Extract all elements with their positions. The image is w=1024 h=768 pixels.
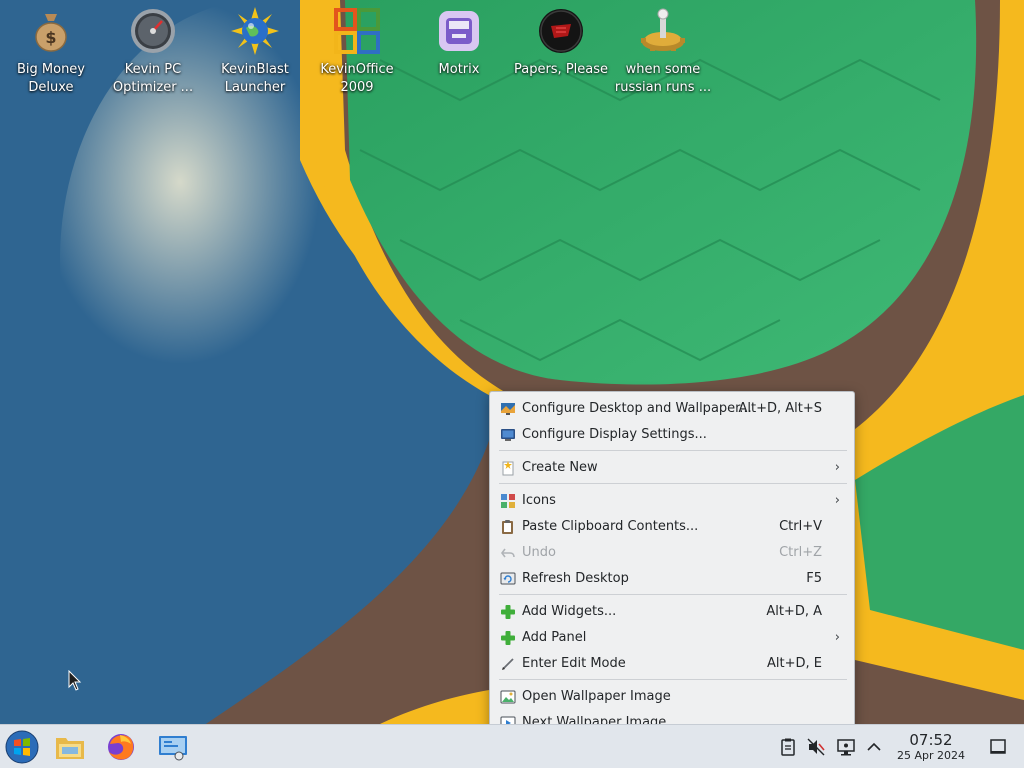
taskbar-file-manager[interactable] xyxy=(52,729,88,765)
desktop-icon-label: Papers, Please xyxy=(513,62,609,77)
menu-item-shortcut: Alt+D, A xyxy=(766,604,822,619)
menu-item-undo[interactable]: Undo Ctrl+Z xyxy=(494,540,850,566)
menu-item-refresh[interactable]: Refresh Desktop F5 xyxy=(494,566,850,592)
icons-grid-icon xyxy=(501,494,515,508)
start-orb-icon xyxy=(5,730,39,764)
submenu-arrow-icon: › xyxy=(834,460,840,475)
menu-item-shortcut: Alt+D, E xyxy=(767,656,822,671)
menu-item-paste[interactable]: Paste Clipboard Contents... Ctrl+V xyxy=(494,514,850,540)
desktop-icon-label: when some russian runs ... xyxy=(614,62,712,95)
taskbar: 07:52 25 Apr 2024 xyxy=(0,724,1024,768)
menu-item-shortcut: Ctrl+V xyxy=(779,519,822,534)
menu-item-label: Configure Display Settings... xyxy=(522,427,707,442)
menu-item-shortcut: Alt+D, Alt+S xyxy=(738,401,822,416)
desktop-icon-when-some-russian-runs[interactable]: when some russian runs ... xyxy=(613,6,713,97)
desktop-icon-label: Motrix xyxy=(438,62,480,77)
show-desktop-icon[interactable] xyxy=(988,737,1008,757)
menu-item-label: Refresh Desktop xyxy=(522,571,629,586)
menu-item-label: Undo xyxy=(522,545,556,560)
submenu-arrow-icon: › xyxy=(834,493,840,508)
menu-separator xyxy=(499,679,847,680)
menu-item-open-wallpaper[interactable]: Open Wallpaper Image xyxy=(494,684,850,710)
money-bag-icon: $ xyxy=(35,14,67,52)
menu-item-shortcut: Ctrl+Z xyxy=(779,545,822,560)
desktop[interactable]: $ Big Money Deluxe Kevin PC Optimizer ..… xyxy=(0,0,1024,768)
file-manager-icon xyxy=(56,738,84,759)
menu-separator xyxy=(499,450,847,451)
menu-item-label: Enter Edit Mode xyxy=(522,656,626,671)
menu-item-configure-desktop[interactable]: Configure Desktop and Wallpaper... Alt+D… xyxy=(494,396,850,422)
tray-expand-icon[interactable] xyxy=(864,737,884,757)
submenu-arrow-icon: › xyxy=(834,630,840,645)
menu-item-label: Add Widgets... xyxy=(522,604,617,619)
taskbar-clock[interactable]: 07:52 25 Apr 2024 xyxy=(890,731,972,763)
menu-item-add-widgets[interactable]: Add Widgets... Alt+D, A xyxy=(494,599,850,625)
desktop-icon-big-money-deluxe[interactable]: $ Big Money Deluxe xyxy=(1,6,101,97)
svg-text:$: $ xyxy=(45,28,56,47)
undo-icon xyxy=(501,548,515,558)
clock-date: 25 Apr 2024 xyxy=(896,749,965,762)
menu-separator xyxy=(499,483,847,484)
motrix-icon xyxy=(439,11,479,51)
remote-desktop-icon xyxy=(159,736,187,761)
desktop-icon-label: Big Money Deluxe xyxy=(16,62,85,95)
desktop-icon-motrix[interactable]: Motrix xyxy=(409,6,509,79)
desktop-context-menu: Configure Desktop and Wallpaper... Alt+D… xyxy=(489,391,855,739)
firefox-icon xyxy=(108,734,134,760)
taskbar-firefox[interactable] xyxy=(103,729,139,765)
add-icon xyxy=(501,631,515,645)
desktop-icon-kevin-pc-optimizer[interactable]: Kevin PC Optimizer ... xyxy=(103,6,203,97)
clipboard-icon[interactable] xyxy=(778,737,798,757)
create-new-icon xyxy=(502,461,514,476)
papers-please-icon xyxy=(539,9,583,53)
desktop-icon-label: KevinOffice 2009 xyxy=(320,62,394,95)
sun-globe-icon xyxy=(231,7,279,55)
office-logo-icon xyxy=(334,8,380,54)
configure-desktop-icon xyxy=(501,403,515,415)
menu-item-label: Open Wallpaper Image xyxy=(522,689,671,704)
joystick-gear-icon xyxy=(641,8,685,51)
volume-muted-icon[interactable] xyxy=(806,737,826,757)
menu-item-configure-display[interactable]: Configure Display Settings... xyxy=(494,422,850,448)
menu-item-icons[interactable]: Icons › xyxy=(494,488,850,514)
refresh-icon xyxy=(500,572,516,585)
menu-item-add-panel[interactable]: Add Panel › xyxy=(494,625,850,651)
network-icon[interactable] xyxy=(836,737,856,757)
menu-item-label: Paste Clipboard Contents... xyxy=(522,519,699,534)
menu-item-label: Create New xyxy=(522,460,598,475)
menu-item-create-new[interactable]: Create New › xyxy=(494,455,850,481)
taskbar-remote-desktop[interactable] xyxy=(155,729,191,765)
edit-mode-icon xyxy=(502,658,514,670)
menu-separator xyxy=(499,594,847,595)
clock-time: 07:52 xyxy=(909,731,953,749)
desktop-icon-kevinblast-launcher[interactable]: KevinBlast Launcher xyxy=(205,6,305,97)
menu-item-shortcut: F5 xyxy=(806,571,822,586)
start-button[interactable] xyxy=(4,729,40,765)
mouse-cursor-icon xyxy=(68,670,82,691)
desktop-icon-kevinoffice-2009[interactable]: KevinOffice 2009 xyxy=(307,6,407,97)
menu-item-label: Add Panel xyxy=(522,630,587,645)
speedometer-icon xyxy=(131,9,175,53)
add-icon xyxy=(501,605,515,619)
paste-icon xyxy=(502,520,513,534)
display-settings-icon xyxy=(501,429,515,441)
desktop-icon-label: Kevin PC Optimizer ... xyxy=(112,62,194,95)
menu-item-label: Icons xyxy=(522,493,556,508)
menu-item-label: Configure Desktop and Wallpaper... xyxy=(522,401,752,416)
desktop-icon-label: KevinBlast Launcher xyxy=(221,62,289,95)
open-image-icon xyxy=(500,690,516,704)
desktop-icon-papers-please[interactable]: Papers, Please xyxy=(511,6,611,79)
menu-item-enter-edit-mode[interactable]: Enter Edit Mode Alt+D, E xyxy=(494,651,850,677)
